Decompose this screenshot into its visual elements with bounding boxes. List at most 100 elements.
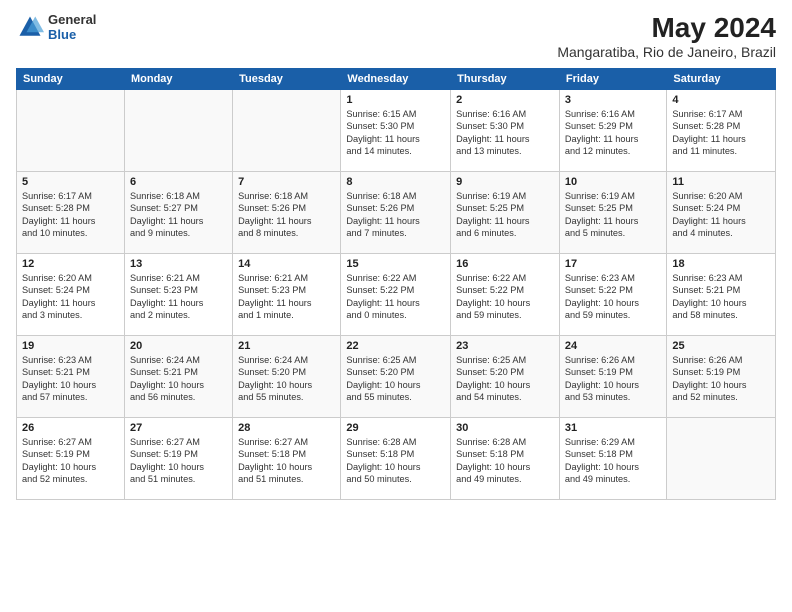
calendar-header-row: Sunday Monday Tuesday Wednesday Thursday… bbox=[17, 69, 776, 90]
day-info: Sunrise: 6:27 AM Sunset: 5:19 PM Dayligh… bbox=[130, 436, 227, 486]
table-row bbox=[124, 90, 232, 172]
day-number: 5 bbox=[22, 176, 119, 188]
day-info: Sunrise: 6:22 AM Sunset: 5:22 PM Dayligh… bbox=[346, 272, 445, 322]
day-info: Sunrise: 6:16 AM Sunset: 5:29 PM Dayligh… bbox=[565, 108, 661, 158]
day-info: Sunrise: 6:17 AM Sunset: 5:28 PM Dayligh… bbox=[672, 108, 770, 158]
day-number: 26 bbox=[22, 422, 119, 434]
day-info: Sunrise: 6:20 AM Sunset: 5:24 PM Dayligh… bbox=[22, 272, 119, 322]
table-row: 19 Sunrise: 6:23 AM Sunset: 5:21 PM Dayli… bbox=[17, 336, 125, 418]
col-wednesday: Wednesday bbox=[341, 69, 451, 90]
day-number: 31 bbox=[565, 422, 661, 434]
day-info: Sunrise: 6:27 AM Sunset: 5:19 PM Dayligh… bbox=[22, 436, 119, 486]
logo-blue-label: Blue bbox=[48, 27, 96, 42]
day-number: 8 bbox=[346, 176, 445, 188]
table-row: 25 Sunrise: 6:26 AM Sunset: 5:19 PM Dayli… bbox=[667, 336, 776, 418]
day-number: 22 bbox=[346, 340, 445, 352]
day-info: Sunrise: 6:29 AM Sunset: 5:18 PM Dayligh… bbox=[565, 436, 661, 486]
calendar-week-row: 5Sunrise: 6:17 AM Sunset: 5:28 PM Daylig… bbox=[17, 172, 776, 254]
table-row bbox=[667, 418, 776, 500]
table-row: 31 Sunrise: 6:29 AM Sunset: 5:18 PM Dayli… bbox=[559, 418, 666, 500]
day-info: Sunrise: 6:28 AM Sunset: 5:18 PM Dayligh… bbox=[346, 436, 445, 486]
table-row: 5Sunrise: 6:17 AM Sunset: 5:28 PM Daylig… bbox=[17, 172, 125, 254]
day-number: 13 bbox=[130, 258, 227, 270]
logo-general-label: General bbox=[48, 12, 96, 27]
table-row: 30 Sunrise: 6:28 AM Sunset: 5:18 PM Dayli… bbox=[451, 418, 560, 500]
col-tuesday: Tuesday bbox=[233, 69, 341, 90]
day-number: 20 bbox=[130, 340, 227, 352]
table-row: 7Sunrise: 6:18 AM Sunset: 5:26 PM Daylig… bbox=[233, 172, 341, 254]
day-info: Sunrise: 6:25 AM Sunset: 5:20 PM Dayligh… bbox=[456, 354, 554, 404]
day-info: Sunrise: 6:23 AM Sunset: 5:22 PM Dayligh… bbox=[565, 272, 661, 322]
day-number: 1 bbox=[346, 94, 445, 106]
day-info: Sunrise: 6:23 AM Sunset: 5:21 PM Dayligh… bbox=[672, 272, 770, 322]
logo-icon bbox=[16, 13, 44, 41]
day-number: 2 bbox=[456, 94, 554, 106]
table-row: 3 Sunrise: 6:16 AM Sunset: 5:29 PM Daylig… bbox=[559, 90, 666, 172]
day-info: Sunrise: 6:28 AM Sunset: 5:18 PM Dayligh… bbox=[456, 436, 554, 486]
day-info: Sunrise: 6:19 AM Sunset: 5:25 PM Dayligh… bbox=[565, 190, 661, 240]
table-row: 17 Sunrise: 6:23 AM Sunset: 5:22 PM Dayli… bbox=[559, 254, 666, 336]
table-row: 14Sunrise: 6:21 AM Sunset: 5:23 PM Dayli… bbox=[233, 254, 341, 336]
day-number: 25 bbox=[672, 340, 770, 352]
day-info: Sunrise: 6:21 AM Sunset: 5:23 PM Dayligh… bbox=[130, 272, 227, 322]
day-number: 3 bbox=[565, 94, 661, 106]
logo-text: General Blue bbox=[48, 12, 96, 42]
table-row: 4 Sunrise: 6:17 AM Sunset: 5:28 PM Daylig… bbox=[667, 90, 776, 172]
table-row: 22Sunrise: 6:25 AM Sunset: 5:20 PM Dayli… bbox=[341, 336, 451, 418]
table-row: 1 Sunrise: 6:15 AM Sunset: 5:30 PM Daylig… bbox=[341, 90, 451, 172]
day-number: 10 bbox=[565, 176, 661, 188]
header: General Blue May 2024 Mangaratiba, Rio d… bbox=[16, 12, 776, 60]
table-row: 16 Sunrise: 6:22 AM Sunset: 5:22 PM Dayli… bbox=[451, 254, 560, 336]
table-row: 21Sunrise: 6:24 AM Sunset: 5:20 PM Dayli… bbox=[233, 336, 341, 418]
table-row: 12Sunrise: 6:20 AM Sunset: 5:24 PM Dayli… bbox=[17, 254, 125, 336]
page: General Blue May 2024 Mangaratiba, Rio d… bbox=[0, 0, 792, 612]
day-number: 24 bbox=[565, 340, 661, 352]
col-thursday: Thursday bbox=[451, 69, 560, 90]
day-number: 21 bbox=[238, 340, 335, 352]
day-info: Sunrise: 6:24 AM Sunset: 5:21 PM Dayligh… bbox=[130, 354, 227, 404]
day-info: Sunrise: 6:15 AM Sunset: 5:30 PM Dayligh… bbox=[346, 108, 445, 158]
day-number: 4 bbox=[672, 94, 770, 106]
calendar-week-row: 19 Sunrise: 6:23 AM Sunset: 5:21 PM Dayli… bbox=[17, 336, 776, 418]
day-number: 27 bbox=[130, 422, 227, 434]
col-monday: Monday bbox=[124, 69, 232, 90]
day-info: Sunrise: 6:27 AM Sunset: 5:18 PM Dayligh… bbox=[238, 436, 335, 486]
day-number: 18 bbox=[672, 258, 770, 270]
table-row: 10 Sunrise: 6:19 AM Sunset: 5:25 PM Dayli… bbox=[559, 172, 666, 254]
table-row: 18 Sunrise: 6:23 AM Sunset: 5:21 PM Dayli… bbox=[667, 254, 776, 336]
day-info: Sunrise: 6:16 AM Sunset: 5:30 PM Dayligh… bbox=[456, 108, 554, 158]
table-row: 2 Sunrise: 6:16 AM Sunset: 5:30 PM Daylig… bbox=[451, 90, 560, 172]
day-number: 23 bbox=[456, 340, 554, 352]
table-row: 15Sunrise: 6:22 AM Sunset: 5:22 PM Dayli… bbox=[341, 254, 451, 336]
logo: General Blue bbox=[16, 12, 96, 42]
table-row: 6 Sunrise: 6:18 AM Sunset: 5:27 PM Daylig… bbox=[124, 172, 232, 254]
day-number: 14 bbox=[238, 258, 335, 270]
day-info: Sunrise: 6:23 AM Sunset: 5:21 PM Dayligh… bbox=[22, 354, 119, 404]
calendar-week-row: 1 Sunrise: 6:15 AM Sunset: 5:30 PM Daylig… bbox=[17, 90, 776, 172]
table-row: 20 Sunrise: 6:24 AM Sunset: 5:21 PM Dayli… bbox=[124, 336, 232, 418]
day-number: 16 bbox=[456, 258, 554, 270]
table-row: 13 Sunrise: 6:21 AM Sunset: 5:23 PM Dayli… bbox=[124, 254, 232, 336]
table-row: 29Sunrise: 6:28 AM Sunset: 5:18 PM Dayli… bbox=[341, 418, 451, 500]
title-month: May 2024 bbox=[557, 12, 776, 44]
table-row: 28Sunrise: 6:27 AM Sunset: 5:18 PM Dayli… bbox=[233, 418, 341, 500]
table-row: 9Sunrise: 6:19 AM Sunset: 5:25 PM Daylig… bbox=[451, 172, 560, 254]
col-friday: Friday bbox=[559, 69, 666, 90]
calendar-week-row: 26 Sunrise: 6:27 AM Sunset: 5:19 PM Dayli… bbox=[17, 418, 776, 500]
title-block: May 2024 Mangaratiba, Rio de Janeiro, Br… bbox=[557, 12, 776, 60]
day-info: Sunrise: 6:26 AM Sunset: 5:19 PM Dayligh… bbox=[672, 354, 770, 404]
day-number: 19 bbox=[22, 340, 119, 352]
table-row: 24 Sunrise: 6:26 AM Sunset: 5:19 PM Dayli… bbox=[559, 336, 666, 418]
day-number: 17 bbox=[565, 258, 661, 270]
calendar-week-row: 12Sunrise: 6:20 AM Sunset: 5:24 PM Dayli… bbox=[17, 254, 776, 336]
col-sunday: Sunday bbox=[17, 69, 125, 90]
day-info: Sunrise: 6:18 AM Sunset: 5:27 PM Dayligh… bbox=[130, 190, 227, 240]
table-row: 11Sunrise: 6:20 AM Sunset: 5:24 PM Dayli… bbox=[667, 172, 776, 254]
day-info: Sunrise: 6:19 AM Sunset: 5:25 PM Dayligh… bbox=[456, 190, 554, 240]
calendar-table: Sunday Monday Tuesday Wednesday Thursday… bbox=[16, 68, 776, 500]
day-info: Sunrise: 6:22 AM Sunset: 5:22 PM Dayligh… bbox=[456, 272, 554, 322]
day-number: 30 bbox=[456, 422, 554, 434]
table-row: 23 Sunrise: 6:25 AM Sunset: 5:20 PM Dayli… bbox=[451, 336, 560, 418]
day-number: 6 bbox=[130, 176, 227, 188]
day-info: Sunrise: 6:26 AM Sunset: 5:19 PM Dayligh… bbox=[565, 354, 661, 404]
